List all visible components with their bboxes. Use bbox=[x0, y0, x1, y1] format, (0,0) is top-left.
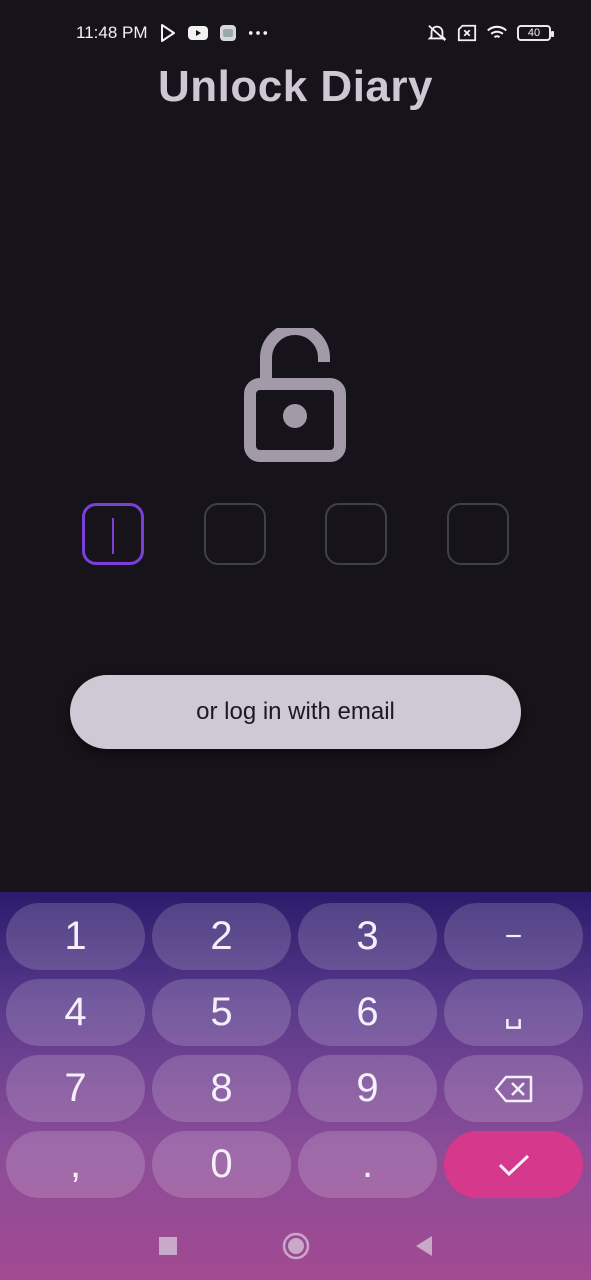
status-time: 11:48 PM bbox=[76, 23, 148, 42]
more-dots-icon bbox=[248, 24, 268, 42]
key-period[interactable]: . bbox=[298, 1131, 437, 1198]
key-3[interactable]: 3 bbox=[298, 903, 437, 970]
key-7[interactable]: 7 bbox=[6, 1055, 145, 1122]
no-sim-icon bbox=[457, 24, 477, 42]
backspace-icon bbox=[494, 1075, 532, 1102]
login-with-email-button[interactable]: or log in with email bbox=[70, 675, 521, 749]
key-0[interactable]: 0 bbox=[152, 1131, 291, 1198]
key-9[interactable]: 9 bbox=[298, 1055, 437, 1122]
pin-digit-3[interactable] bbox=[325, 503, 388, 565]
back-icon[interactable] bbox=[414, 1235, 434, 1257]
key-1[interactable]: 1 bbox=[6, 903, 145, 970]
pin-digit-4[interactable] bbox=[446, 503, 509, 565]
pin-digit-1[interactable] bbox=[82, 503, 144, 565]
text-caret bbox=[112, 518, 114, 554]
status-bar-left: 11:48 PM bbox=[76, 23, 268, 43]
status-bar: 11:48 PM 40 bbox=[0, 0, 591, 66]
youtube-icon bbox=[187, 24, 208, 42]
key-5[interactable]: 5 bbox=[152, 979, 291, 1046]
home-icon[interactable] bbox=[282, 1232, 310, 1260]
key-6[interactable]: 6 bbox=[298, 979, 437, 1046]
key-2[interactable]: 2 bbox=[152, 903, 291, 970]
pin-digit-2[interactable] bbox=[203, 503, 266, 565]
key-8[interactable]: 8 bbox=[152, 1055, 291, 1122]
key-backspace[interactable] bbox=[444, 1055, 583, 1122]
pin-input-row bbox=[82, 503, 509, 569]
key-enter[interactable] bbox=[444, 1131, 583, 1198]
battery-icon: 40 bbox=[517, 25, 554, 41]
key-comma[interactable]: , bbox=[6, 1131, 145, 1198]
recents-icon[interactable] bbox=[158, 1236, 178, 1256]
navigation-bar bbox=[0, 1212, 591, 1280]
checkmark-icon bbox=[498, 1154, 529, 1176]
key-minus[interactable]: − bbox=[444, 903, 583, 970]
key-4[interactable]: 4 bbox=[6, 979, 145, 1046]
play-store-icon bbox=[158, 24, 178, 42]
app-icon bbox=[218, 24, 238, 42]
wifi-icon bbox=[487, 24, 507, 42]
status-bar-right: 40 bbox=[427, 24, 554, 42]
lock-open-icon bbox=[244, 328, 346, 462]
key-space[interactable]: ␣ bbox=[444, 979, 583, 1046]
page-title: Unlock Diary bbox=[158, 62, 433, 111]
mute-icon bbox=[427, 24, 447, 42]
